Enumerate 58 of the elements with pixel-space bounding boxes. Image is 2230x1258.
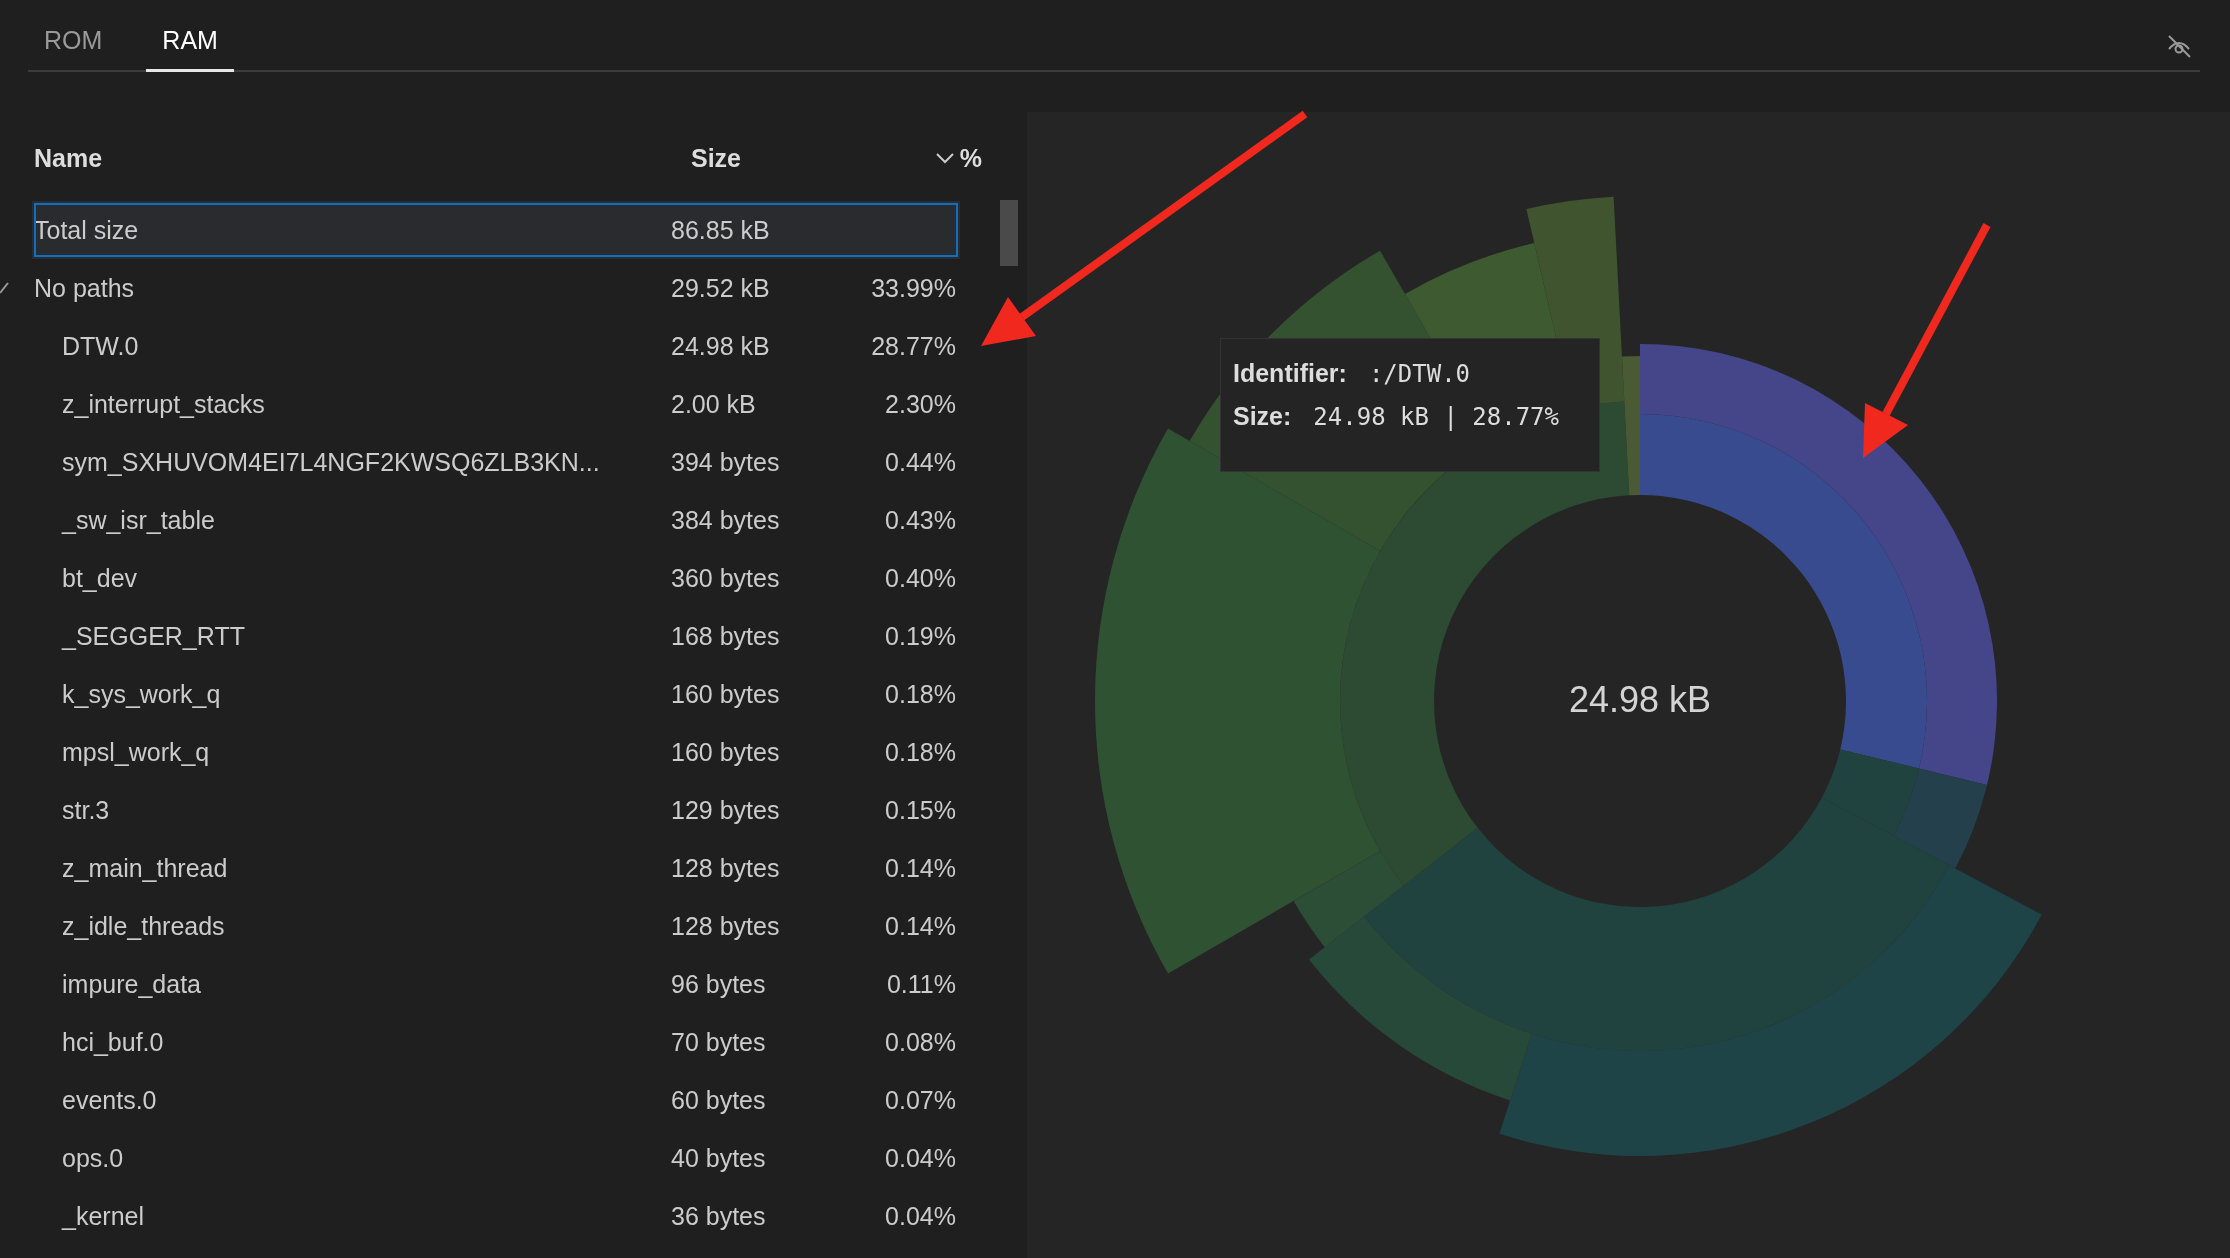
size-value: 96 bytes xyxy=(671,969,767,999)
symbol-name: k_sys_work_q xyxy=(61,679,222,709)
percent-value: 33.99% xyxy=(871,273,957,303)
percent-value: 28.77% xyxy=(871,331,957,361)
percent-value: 0.19% xyxy=(885,621,957,651)
symbol-name: z_idle_threads xyxy=(61,911,226,941)
percent-value: 0.04% xyxy=(885,1201,957,1231)
tooltip-label: Identifier: xyxy=(1233,359,1347,388)
tooltip-label: Size: xyxy=(1233,402,1292,431)
percent-value: 0.18% xyxy=(885,679,957,709)
size-value: 168 bytes xyxy=(671,621,781,651)
symbol-name: DTW.0 xyxy=(61,331,140,361)
symbol-name: bt_dev xyxy=(61,563,139,593)
percent-value: 0.08% xyxy=(885,1027,957,1057)
size-value: 160 bytes xyxy=(671,679,781,709)
percent-value: 0.11% xyxy=(886,969,957,999)
tooltip-value: :/DTW.0 xyxy=(1368,360,1471,388)
symbol-name: No paths xyxy=(33,273,136,303)
symbol-name: ops.0 xyxy=(61,1143,125,1173)
percent-value: 0.07% xyxy=(885,1085,957,1115)
center-value: 24.98 kB xyxy=(1567,679,1713,721)
percent-value: 0.44% xyxy=(885,447,957,477)
size-value: 128 bytes xyxy=(671,911,781,941)
size-value: 60 bytes xyxy=(671,1085,767,1115)
symbol-name: _kernel xyxy=(60,1201,145,1231)
percent-value: 0.14% xyxy=(885,911,957,941)
size-value: 70 bytes xyxy=(671,1027,767,1057)
percent-value: 0.04% xyxy=(885,1143,957,1173)
percent-value: 0.43% xyxy=(885,505,957,535)
symbol-name: mpsl_work_q xyxy=(61,737,211,767)
size-value: 24.98 kB xyxy=(671,331,771,361)
size-value: 86.85 kB xyxy=(671,215,771,245)
percent-value: 2.30% xyxy=(885,389,957,419)
size-value: 394 bytes xyxy=(671,447,781,477)
percent-value: 0.14% xyxy=(885,853,957,883)
symbol-name: _SEGGER_RTT xyxy=(60,621,246,651)
size-value: 129 bytes xyxy=(671,795,781,825)
percent-value: 0.40% xyxy=(885,563,957,593)
size-value: 29.52 kB xyxy=(671,273,771,303)
size-value: 160 bytes xyxy=(671,737,781,767)
symbol-name: Total size xyxy=(33,215,140,245)
symbol-name: sym_SXHUVOM4EI7L4NGF2KWSQ6ZLB3KN... xyxy=(61,447,601,477)
size-value: 384 bytes xyxy=(671,505,781,535)
size-value: 2.00 kB xyxy=(671,389,757,419)
size-value: 128 bytes xyxy=(671,853,781,883)
percent-value: 0.18% xyxy=(885,737,957,767)
symbol-name: z_main_thread xyxy=(61,853,229,883)
symbol-name: _sw_isr_table xyxy=(60,505,216,535)
symbol-name: impure_data xyxy=(61,969,202,999)
symbol-name: events.0 xyxy=(61,1085,158,1115)
symbol-name: z_interrupt_stacks xyxy=(61,389,266,419)
symbol-name: hci_buf.0 xyxy=(61,1027,165,1057)
size-value: 36 bytes xyxy=(671,1201,767,1231)
size-value: 360 bytes xyxy=(671,563,781,593)
percent-value: 0.15% xyxy=(885,795,957,825)
symbol-name: str.3 xyxy=(61,795,111,825)
size-value: 40 bytes xyxy=(671,1143,767,1173)
tooltip-value: 24.98 kB | 28.77% xyxy=(1313,403,1559,431)
